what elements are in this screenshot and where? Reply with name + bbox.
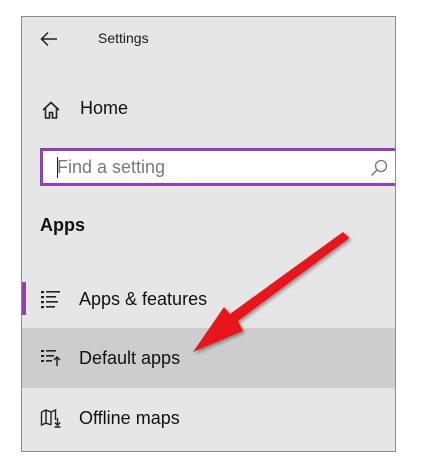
home-nav-item[interactable]: Home (22, 93, 395, 127)
nav-item-offline-maps[interactable]: Offline maps (22, 388, 395, 448)
back-button[interactable] (38, 29, 60, 49)
search-icon[interactable] (369, 158, 389, 178)
window-title: Settings (98, 30, 149, 46)
search-input[interactable] (57, 151, 357, 183)
search-box[interactable] (40, 148, 395, 186)
home-label: Home (80, 98, 129, 118)
apps-features-icon (41, 291, 60, 309)
default-apps-icon (41, 350, 61, 366)
section-heading: Apps (40, 215, 85, 235)
selection-indicator (22, 282, 26, 315)
nav-item-label: Default apps (79, 348, 181, 368)
home-icon (42, 101, 60, 119)
settings-window: Settings Home Apps Apps & features (21, 16, 396, 452)
nav-item-default-apps[interactable]: Default apps (22, 328, 395, 388)
back-arrow-icon (40, 31, 57, 47)
nav-item-label: Apps & features (79, 289, 208, 309)
offline-maps-icon (40, 408, 61, 428)
nav-item-label: Offline maps (79, 408, 180, 428)
nav-item-apps-features[interactable]: Apps & features (22, 269, 395, 329)
